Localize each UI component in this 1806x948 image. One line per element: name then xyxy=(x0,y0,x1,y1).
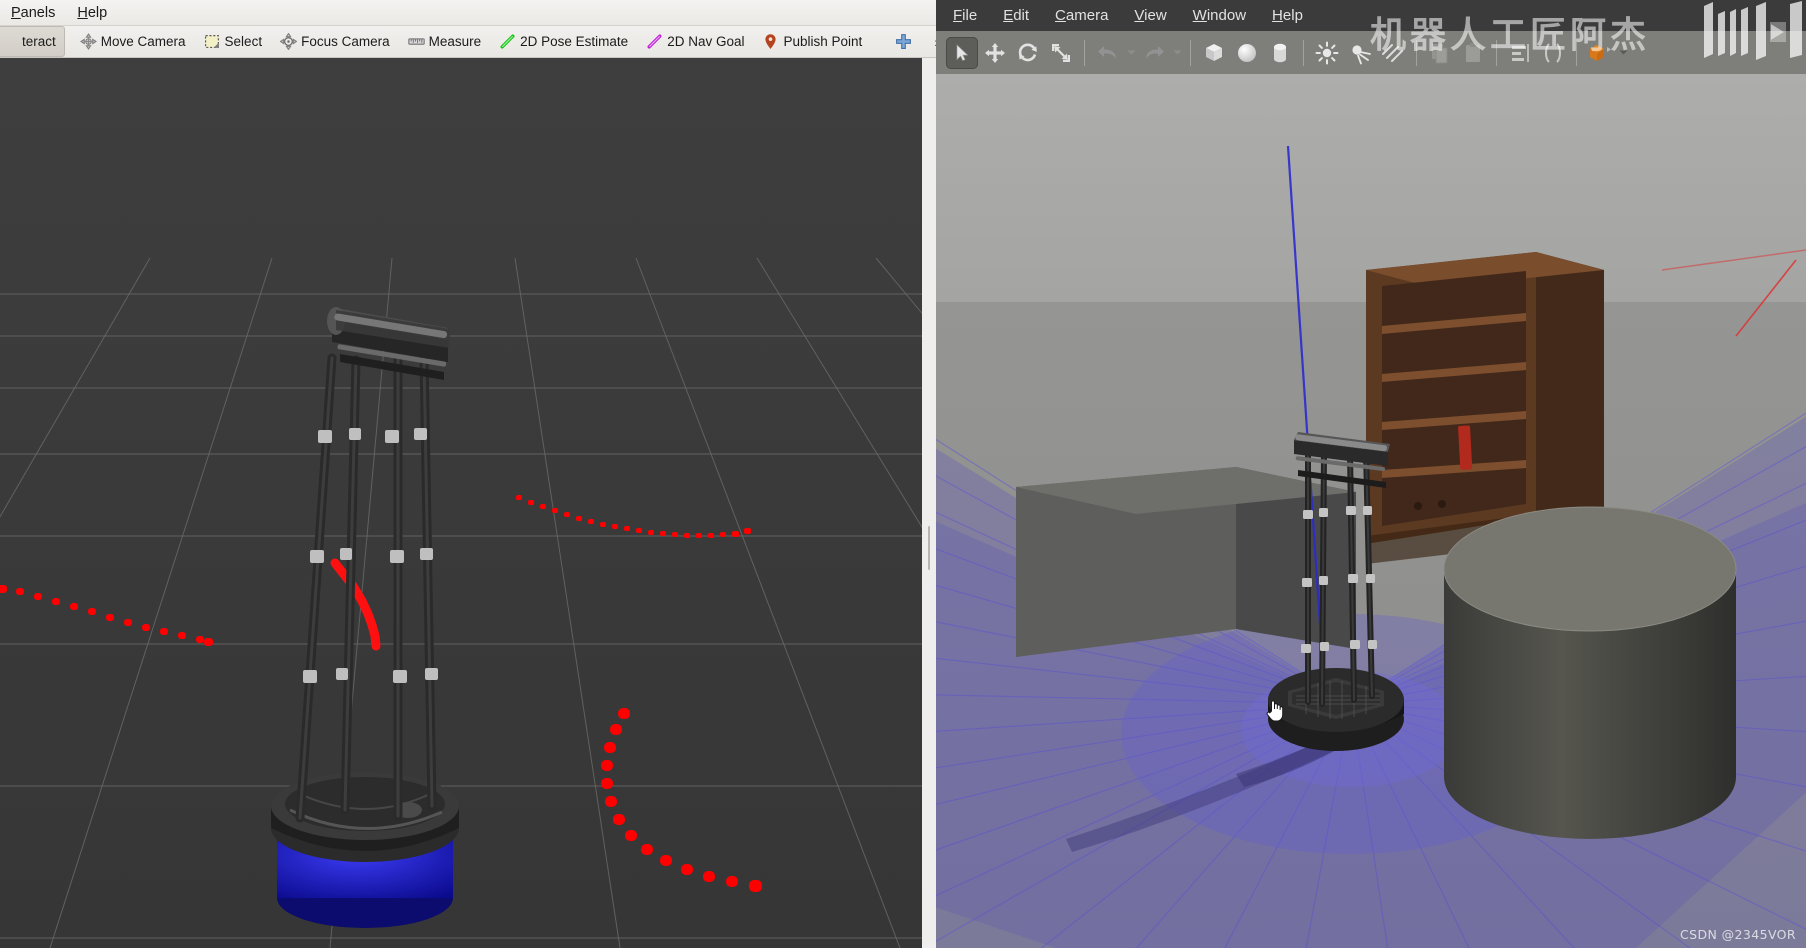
toolbar-separator xyxy=(1190,39,1191,66)
focus-camera-icon xyxy=(280,33,298,50)
translate-icon xyxy=(985,42,1005,63)
nav-goal-icon xyxy=(647,34,662,49)
box-icon xyxy=(1206,43,1222,61)
gazebo-tool-point-light[interactable] xyxy=(1311,37,1343,69)
rviz-toolbar: teract Move Camera Select Focus Camera M… xyxy=(0,26,936,58)
gazebo-tool-copy[interactable] xyxy=(1424,37,1456,69)
rviz-tool-move-camera-label: Move Camera xyxy=(100,34,186,49)
publish-point-icon xyxy=(765,34,777,49)
gazebo-3d-viewport[interactable] xyxy=(936,74,1806,948)
rviz-tool-interact-label: teract xyxy=(22,34,56,49)
rviz-tool-2d-nav-goal[interactable]: 2D Nav Goal xyxy=(637,26,753,57)
rviz-tool-focus-camera-label: Focus Camera xyxy=(301,34,390,49)
scale-icon xyxy=(1052,43,1070,62)
toolbar-separator xyxy=(1416,39,1417,66)
toolbar-separator xyxy=(1576,39,1577,66)
toolbar-separator xyxy=(1084,39,1085,66)
rviz-tool-2d-nav-goal-label: 2D Nav Goal xyxy=(667,34,745,49)
gazebo-tool-rotate[interactable] xyxy=(1012,37,1044,69)
undo-icon xyxy=(1098,45,1116,59)
toolbar-separator xyxy=(1496,39,1497,66)
gazebo-tool-select[interactable] xyxy=(946,36,978,69)
snap-icon xyxy=(1545,42,1561,63)
add-tool-icon xyxy=(896,34,912,49)
rviz-tool-publish-point-label: Publish Point xyxy=(783,34,863,49)
gazebo-tool-spot-light[interactable] xyxy=(1344,37,1376,69)
sphere-icon xyxy=(1238,43,1256,62)
cylinder-icon xyxy=(1274,43,1286,62)
rotate-icon xyxy=(1018,42,1037,61)
rviz-tool-select-label: Select xyxy=(224,34,263,49)
rviz-tool-focus-camera[interactable]: Focus Camera xyxy=(271,26,399,57)
gazebo-tool-redo-dropdown[interactable] xyxy=(1171,38,1183,68)
splitter-grip-icon xyxy=(925,526,933,570)
gazebo-tool-undo-dropdown[interactable] xyxy=(1125,38,1137,68)
view-angle-dropdown-caret-icon xyxy=(1619,50,1627,55)
gazebo-tool-translate[interactable] xyxy=(979,37,1011,69)
move-camera-icon xyxy=(79,33,97,50)
measure-icon xyxy=(407,38,425,45)
rviz-panel-splitter[interactable] xyxy=(922,58,936,948)
gazebo-tool-align[interactable] xyxy=(1504,37,1536,69)
app-root: PPanelsanels Help teract Move Camera xyxy=(0,0,1806,948)
pose-estimate-icon xyxy=(500,34,515,49)
rviz-add-tool-button[interactable] xyxy=(882,26,925,57)
gazebo-menu-edit[interactable]: Edit xyxy=(990,3,1042,28)
gazebo-menu-help[interactable]: Help xyxy=(1259,3,1316,28)
gazebo-tool-view-angle[interactable] xyxy=(1584,37,1616,69)
gazebo-tool-paste[interactable] xyxy=(1457,37,1489,69)
gazebo-tool-view-angle-dropdown[interactable] xyxy=(1617,38,1629,68)
spot-light-icon xyxy=(1352,44,1371,64)
gazebo-object-cylinder xyxy=(1443,506,1737,839)
gazebo-tool-undo[interactable] xyxy=(1092,37,1124,69)
redo-dropdown-caret-icon xyxy=(1173,50,1181,55)
select-arrow-icon xyxy=(956,43,969,61)
gazebo-menubar: File Edit Camera View Window Help xyxy=(936,0,1806,31)
gazebo-tool-insert-cylinder[interactable] xyxy=(1264,37,1296,69)
directional-light-icon xyxy=(1382,43,1403,62)
rviz-tool-publish-point[interactable]: Publish Point xyxy=(753,26,871,57)
gazebo-menu-view[interactable]: View xyxy=(1121,3,1179,28)
rviz-toolbar-overflow-button[interactable]: » xyxy=(925,26,936,57)
undo-dropdown-caret-icon xyxy=(1127,50,1135,55)
rviz-tool-measure[interactable]: Measure xyxy=(399,26,491,57)
rviz-menubar: PPanelsanels Help xyxy=(0,0,936,26)
rviz-3d-viewport[interactable] xyxy=(0,58,936,948)
gazebo-tool-directional-light[interactable] xyxy=(1377,37,1409,69)
rviz-menu-panels[interactable]: PPanelsanels xyxy=(0,1,66,25)
rviz-menu-help[interactable]: Help xyxy=(66,1,118,25)
view-angle-icon xyxy=(1590,44,1611,61)
point-light-icon xyxy=(1315,41,1339,64)
copy-icon xyxy=(1432,43,1448,63)
gazebo-tool-snap[interactable] xyxy=(1537,37,1569,69)
gazebo-tool-redo[interactable] xyxy=(1138,37,1170,69)
rviz-window: PPanelsanels Help teract Move Camera xyxy=(0,0,936,948)
toolbar-separator xyxy=(1303,39,1304,66)
rviz-tool-2d-pose-estimate-label: 2D Pose Estimate xyxy=(520,34,629,49)
gazebo-menu-camera[interactable]: Camera xyxy=(1042,3,1121,28)
gazebo-menu-file[interactable]: File xyxy=(940,3,990,28)
gazebo-tool-insert-box[interactable] xyxy=(1198,37,1230,69)
gazebo-window: File Edit Camera View Window Help xyxy=(936,0,1806,948)
gazebo-tool-scale[interactable] xyxy=(1045,37,1077,69)
rviz-tool-select[interactable]: Select xyxy=(195,26,272,57)
gazebo-tool-insert-sphere[interactable] xyxy=(1231,37,1263,69)
gazebo-menu-window[interactable]: Window xyxy=(1180,3,1259,28)
gazebo-toolbar xyxy=(936,31,1806,74)
rviz-tool-measure-label: Measure xyxy=(428,34,482,49)
select-icon xyxy=(204,35,219,48)
redo-icon xyxy=(1146,45,1164,59)
rviz-tool-2d-pose-estimate[interactable]: 2D Pose Estimate xyxy=(490,26,637,57)
rviz-tool-interact[interactable]: teract xyxy=(0,26,65,57)
paste-icon xyxy=(1466,42,1480,62)
rviz-tool-move-camera[interactable]: Move Camera xyxy=(71,26,195,57)
align-icon xyxy=(1512,43,1529,62)
